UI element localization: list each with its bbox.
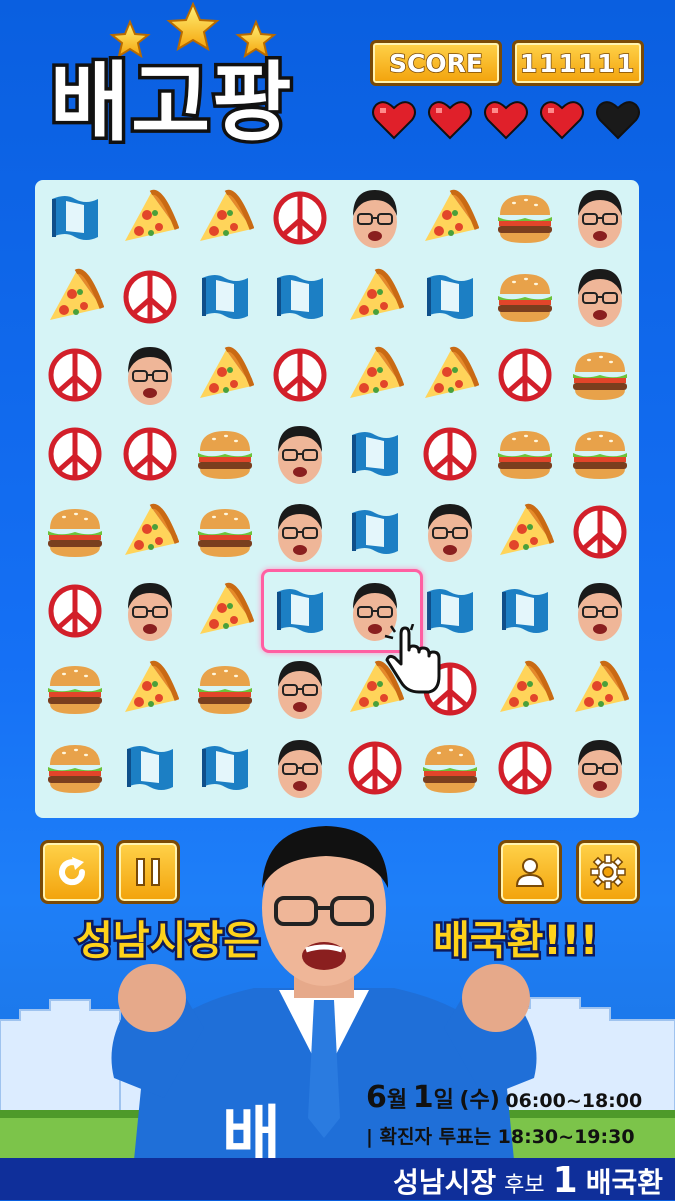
pizza-tile-icon[interactable] [340, 262, 410, 332]
candidate-face-tile-icon[interactable] [565, 733, 635, 803]
candidate-face-tile-icon[interactable] [265, 419, 335, 489]
score-label: SCORE [370, 40, 502, 86]
pointer-hand-icon [384, 624, 441, 694]
pizza-tile-icon[interactable] [115, 654, 185, 724]
peace-sign-tile-icon[interactable] [40, 340, 110, 410]
pizza-tile-icon[interactable] [340, 340, 410, 410]
covid-voting-hours: | 확진자 투표는 18:30~19:30 [366, 1126, 635, 1148]
candidate-face-tile-icon[interactable] [115, 340, 185, 410]
date-day: 1 [412, 1080, 434, 1115]
voting-hours: 06:00~18:00 [505, 1090, 643, 1112]
flag-tile-icon[interactable] [265, 262, 335, 332]
burger-tile-icon[interactable] [40, 497, 110, 567]
flag-tile-icon[interactable] [190, 262, 260, 332]
burger-tile-icon[interactable] [415, 733, 485, 803]
lives-hearts [370, 96, 650, 146]
candidate-face-tile-icon[interactable] [265, 497, 335, 567]
burger-tile-icon[interactable] [190, 497, 260, 567]
star-icon [166, 2, 220, 52]
candidate-face-tile-icon[interactable] [415, 497, 485, 567]
burger-tile-icon[interactable] [490, 419, 560, 489]
flag-tile-icon[interactable] [40, 183, 110, 253]
burger-tile-icon[interactable] [490, 262, 560, 332]
settings-button[interactable] [576, 840, 640, 904]
pizza-tile-icon[interactable] [115, 183, 185, 253]
heart-full-icon [484, 101, 528, 140]
candidate-face-tile-icon[interactable] [565, 262, 635, 332]
date-month-unit: 월 [386, 1088, 408, 1113]
candidate-face-tile-icon[interactable] [565, 576, 635, 646]
candidate-role: 성남시장 [393, 1166, 497, 1199]
candidate-face-tile-icon[interactable] [265, 654, 335, 724]
game-board [35, 180, 639, 818]
pizza-tile-icon[interactable] [490, 497, 560, 567]
pizza-tile-icon[interactable] [115, 497, 185, 567]
burger-tile-icon[interactable] [190, 654, 260, 724]
peace-sign-tile-icon[interactable] [115, 419, 185, 489]
candidate-word: 후보 [504, 1173, 545, 1198]
date-weekday: (수) [459, 1088, 500, 1113]
candidate-face-tile-icon[interactable] [115, 576, 185, 646]
candidate-name: 배국환 [585, 1166, 663, 1199]
pizza-tile-icon[interactable] [565, 654, 635, 724]
gear-icon [590, 854, 626, 890]
candidate-number: 1 [552, 1160, 578, 1201]
election-date: 6월 1일 (수) 06:00~18:00 [366, 1080, 666, 1115]
star-icon [235, 19, 277, 59]
heart-full-icon [540, 101, 584, 140]
pizza-tile-icon[interactable] [190, 340, 260, 410]
date-day-unit: 일 [433, 1088, 454, 1113]
game-title: 배고팡 [46, 53, 294, 153]
flag-tile-icon[interactable] [115, 733, 185, 803]
burger-tile-icon[interactable] [490, 183, 560, 253]
restart-icon [59, 857, 86, 886]
peace-sign-tile-icon[interactable] [490, 733, 560, 803]
pizza-tile-icon[interactable] [190, 576, 260, 646]
peace-sign-tile-icon[interactable] [115, 262, 185, 332]
candidate-face-tile-icon[interactable] [565, 183, 635, 253]
flag-tile-icon[interactable] [340, 497, 410, 567]
heart-empty-icon [596, 101, 640, 140]
flag-tile-icon[interactable] [490, 576, 560, 646]
peace-sign-tile-icon[interactable] [265, 340, 335, 410]
candidate-face-tile-icon[interactable] [265, 733, 335, 803]
star-icon [109, 19, 151, 59]
flag-tile-icon[interactable] [415, 262, 485, 332]
date-month: 6 [366, 1080, 387, 1115]
peace-sign-tile-icon[interactable] [490, 340, 560, 410]
burger-tile-icon[interactable] [190, 419, 260, 489]
peace-sign-tile-icon[interactable] [415, 419, 485, 489]
peace-sign-tile-icon[interactable] [40, 419, 110, 489]
bottom-banner: 성남시장 후보 1 배국환 [0, 1158, 675, 1201]
peace-sign-tile-icon[interactable] [40, 576, 110, 646]
flag-tile-icon[interactable] [190, 733, 260, 803]
peace-sign-tile-icon[interactable] [265, 183, 335, 253]
heart-full-icon [428, 101, 472, 140]
pizza-tile-icon[interactable] [415, 183, 485, 253]
pizza-tile-icon[interactable] [190, 183, 260, 253]
burger-tile-icon[interactable] [565, 340, 635, 410]
pizza-tile-icon[interactable] [40, 262, 110, 332]
score-value: 111111 [512, 40, 644, 86]
burger-tile-icon[interactable] [40, 654, 110, 724]
candidate-face-tile-icon[interactable] [340, 183, 410, 253]
slogan-right: 배국환!!! [430, 916, 600, 967]
pizza-tile-icon[interactable] [415, 340, 485, 410]
flag-tile-icon[interactable] [340, 419, 410, 489]
peace-sign-tile-icon[interactable] [565, 497, 635, 567]
slogan-left: 성남시장은 [74, 916, 263, 967]
burger-tile-icon[interactable] [565, 419, 635, 489]
peace-sign-tile-icon[interactable] [340, 733, 410, 803]
restart-button[interactable] [40, 840, 104, 904]
heart-full-icon [372, 101, 416, 140]
burger-tile-icon[interactable] [40, 733, 110, 803]
pizza-tile-icon[interactable] [490, 654, 560, 724]
